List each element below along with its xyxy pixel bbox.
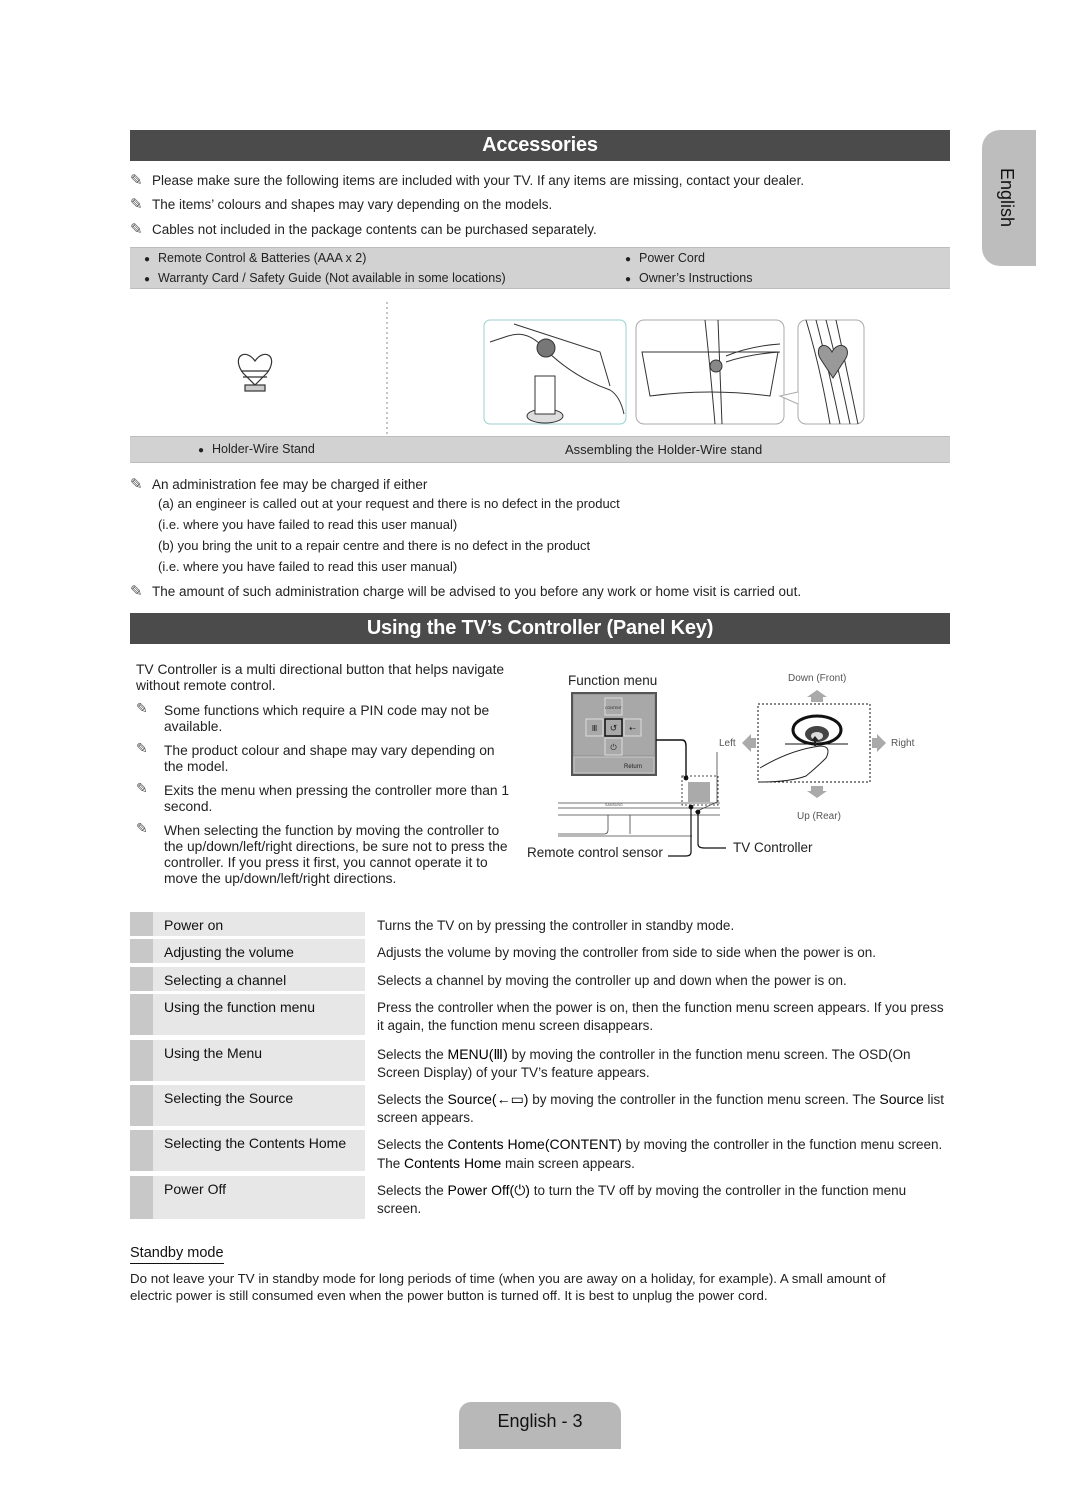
pencil-note-icon: ✎ [136,821,148,836]
standby-heading: Standby mode [130,1245,224,1264]
row-description: Selects a channel by moving the controll… [377,973,847,988]
arrow-left-icon [742,734,756,752]
controller-heading: Using the TV’s Controller (Panel Key) [130,613,950,644]
arrow-right-icon [872,734,886,752]
page-number-tab: English - 3 [459,1402,621,1449]
row-label: Power on [164,917,224,933]
assembly-step-2-illustration [635,319,785,425]
accessory-item: ● Owner’s Instructions [624,271,753,285]
tv-controller-label: TV Controller [733,840,813,855]
admin-fee-line: (i.e. where you have failed to read this… [158,517,458,532]
holder-wire-stand-illustration [237,353,273,392]
controller-diagram: CONTENT Ⅲ ↺ ⇠ ⏻ Return SAMSUNG [558,690,886,857]
function-menu-label: Function menu [568,673,658,688]
assembly-step-1-illustration [483,319,627,425]
direction-right-label: Right [891,738,915,749]
table-row: Adjusting the volume Adjusts the volume … [130,939,950,966]
pencil-note-icon: ✎ [136,781,148,796]
note-admin-fee: ✎ An administration fee may be charged if… [130,476,428,493]
admin-fee-line: (i.e. where you have failed to read this… [158,559,458,574]
pencil-note-icon: ✎ [130,196,143,213]
standby-text: Do not leave your TV in standby mode for… [130,1271,886,1303]
pencil-note-icon: ✎ [136,741,148,756]
admin-fee-line: (a) an engineer is called out at your re… [158,496,620,511]
table-row: Power Off Selects the Power Off(⏻) to tu… [130,1176,950,1220]
remote-sensor-label: Remote control sensor [527,845,663,860]
content-icon: CONTENT [605,706,623,710]
controller-note: ✎ The product colour and shape may vary d… [136,741,495,774]
table-row: Selecting the Source Selects the Source(… [130,1085,950,1129]
controller-note: ✎ Some functions which require a PIN code… [136,701,490,734]
note-items-included: ✎ Please make sure the following items ar… [130,172,805,189]
menu-return-label: Return [624,764,642,770]
power-icon: ⏻ [610,743,617,752]
table-row: Selecting a channel Selects a channel by… [130,967,950,994]
row-label: Selecting the Contents Home [164,1135,347,1151]
row-description: Press the controller when the power is o… [377,1000,944,1033]
controller-note: ✎ Exits the menu when pressing the contro… [136,781,510,814]
row-description: Selects the Power Off(⏻) to turn the TV … [377,1182,907,1216]
pencil-note-icon: ✎ [130,172,143,189]
row-label: Using the Menu [164,1045,263,1061]
table-row: Using the Menu Selects the MENU(Ⅲ) by mo… [130,1040,950,1084]
note-admin-charge: ✎ The amount of such administration charg… [130,583,802,600]
controller-note: ✎ When selecting the function by moving t… [136,821,508,886]
accessory-item: ● Power Cord [624,251,705,265]
language-tab[interactable]: English [982,130,1036,266]
row-description: Adjusts the volume by moving the control… [377,945,876,960]
table-row: Using the function menu Press the contro… [130,994,950,1038]
accessory-item: ● Warranty Card / Safety Guide (Not avail… [143,271,506,285]
row-label: Power Off [164,1181,226,1197]
row-description: Selects the Source(←▭) by moving the con… [377,1091,945,1125]
direction-down-label: Down (Front) [788,673,847,684]
controller-intro: TV Controller is a multi directional but… [136,662,505,693]
accessory-item: ● Remote Control & Batteries (AAA x 2) [143,251,367,265]
source-icon: ⇠ [629,724,636,733]
direction-up-label: Up (Rear) [797,811,841,822]
note-cables: ✎ Cables not included in the package cont… [130,221,597,238]
row-description: Selects the MENU(Ⅲ) by moving the contro… [377,1046,911,1080]
function-menu-illustration: CONTENT Ⅲ ↺ ⇠ ⏻ Return [571,692,689,781]
pencil-note-icon: ✎ [130,476,143,493]
admin-fee-line: (b) you bring the unit to a repair centr… [158,538,591,553]
pencil-note-icon: ✎ [136,701,148,716]
table-row: Selecting the Contents Home Selects the … [130,1130,950,1174]
row-label: Selecting a channel [164,972,287,988]
arrow-up-icon [807,690,827,702]
row-description: Turns the TV on by pressing the controll… [377,918,735,933]
controller-closeup-illustration [757,703,871,783]
brand-label: SAMSUNG [605,803,623,807]
arrow-down-icon [807,786,827,798]
assembly-step-3-illustration [778,319,865,425]
figure-caption-left: ● Holder-Wire Stand [197,442,315,456]
language-tab-label: English [997,168,1017,228]
accessories-heading: Accessories [130,130,950,161]
row-label: Selecting the Source [164,1090,294,1106]
return-icon: ↺ [610,723,618,733]
row-label: Adjusting the volume [164,944,294,960]
note-colours-vary: ✎ The items’ colours and shapes may vary … [130,196,553,213]
pencil-note-icon: ✎ [130,583,143,600]
table-row: Power on Turns the TV on by pressing the… [130,912,950,939]
direction-left-label: Left [719,738,736,749]
figure-caption-right: Assembling the Holder-Wire stand [565,442,763,457]
row-label: Using the function menu [164,999,315,1015]
holder-wire-figures [237,302,865,436]
menu-icon: Ⅲ [592,724,598,733]
row-description: Selects the Contents Home(CONTENT) by mo… [377,1136,943,1171]
pencil-note-icon: ✎ [130,221,143,238]
